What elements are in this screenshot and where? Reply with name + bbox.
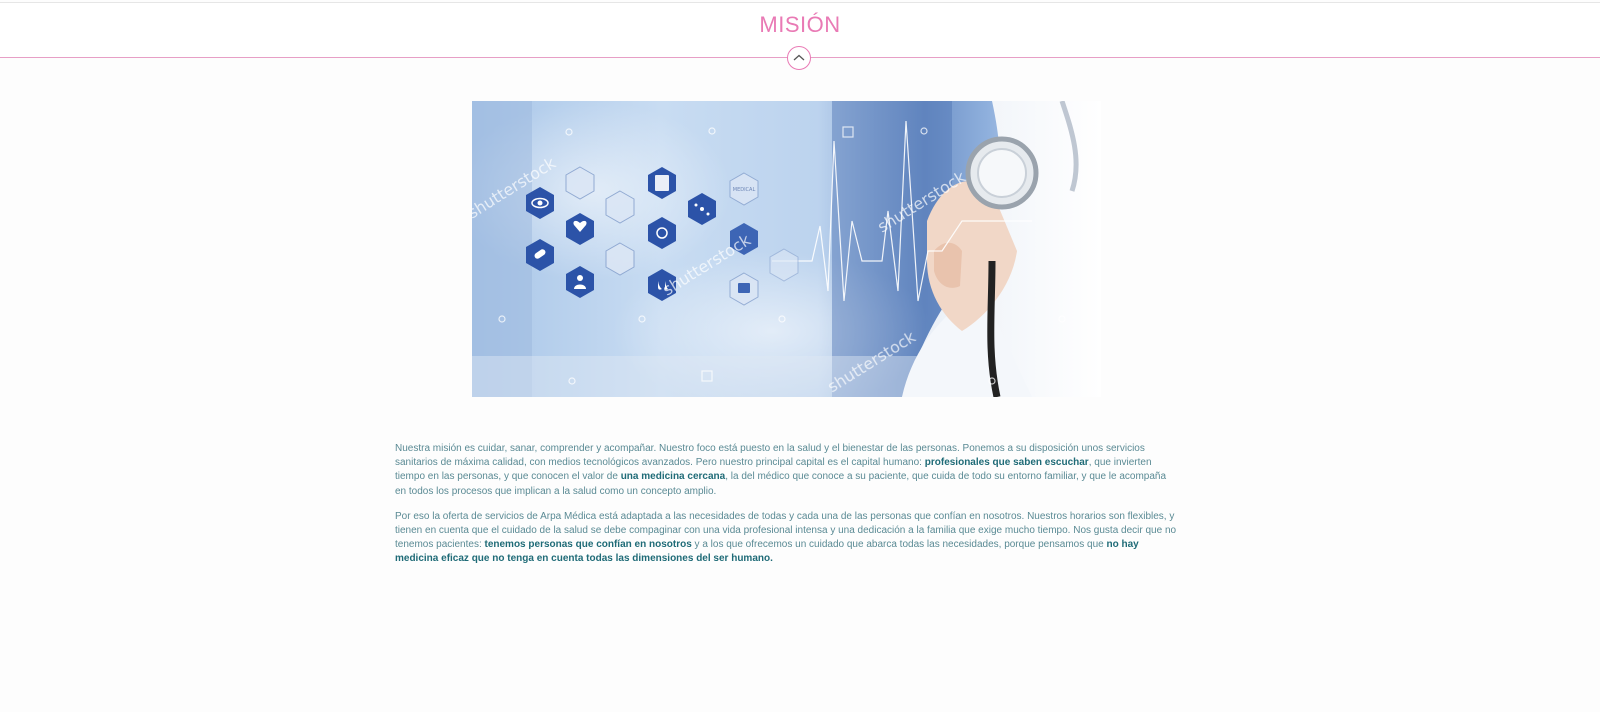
mission-p2-text-b: y a los que ofrecemos un cuidado que aba… (691, 539, 1107, 551)
mission-p2-bold-a: tenemos personas que confían en nosotros (484, 539, 692, 551)
mission-text: Nuestra misión es cuidar, sanar, compren… (395, 442, 1177, 578)
mission-paragraph-1: Nuestra misión es cuidar, sanar, compren… (395, 442, 1177, 499)
mission-paragraph-2: Por eso la oferta de servicios de Arpa M… (395, 510, 1177, 567)
mission-p1-bold-b: una medicina cercana (620, 471, 726, 483)
page-title: MISIÓN (759, 12, 841, 37)
hero-image: MEDICAL shutterstock shutterstock shutte… (472, 101, 1101, 397)
hero-icon-label: MEDICAL (733, 187, 756, 193)
collapse-button[interactable] (787, 46, 811, 70)
mission-p1-bold-a: profesionales que saben escuchar (924, 457, 1089, 469)
chevron-up-icon (793, 54, 805, 61)
